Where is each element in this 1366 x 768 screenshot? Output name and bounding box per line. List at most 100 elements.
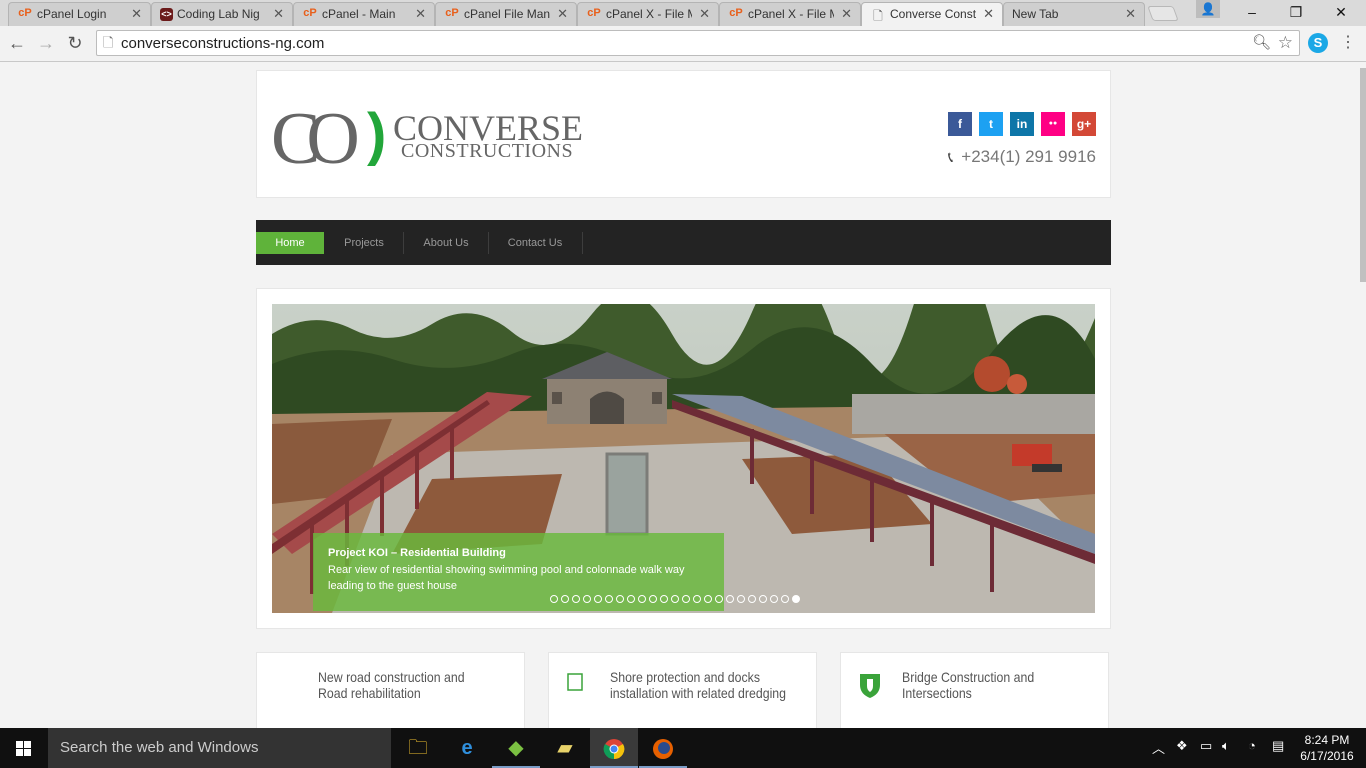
clock-time: 8:24 PM bbox=[1304, 733, 1350, 747]
firefox-icon[interactable] bbox=[639, 728, 687, 768]
caption-text: Rear view of residential showing swimmin… bbox=[328, 564, 685, 592]
slider-dot[interactable] bbox=[693, 595, 701, 603]
taskbar-search[interactable]: Search the web and Windows bbox=[48, 728, 391, 768]
address-bar[interactable]: 🗋 converseconstructions-ng.com 🔍︎ ☆ bbox=[96, 30, 1300, 56]
tab-title: cPanel X - File M bbox=[606, 7, 692, 21]
minimize-button[interactable]: – bbox=[1229, 2, 1275, 22]
google-plus-icon[interactable]: g+ bbox=[1072, 112, 1096, 136]
slider-dot[interactable] bbox=[583, 595, 591, 603]
slider-dot[interactable] bbox=[748, 595, 756, 603]
feature-card-shore[interactable]: Shore protection and docks installation … bbox=[548, 652, 817, 728]
tab-title: New Tab bbox=[1012, 7, 1059, 21]
linkedin-icon[interactable]: in bbox=[1010, 112, 1034, 136]
slider-dot[interactable] bbox=[704, 595, 712, 603]
tab-cpanel-x-file-1[interactable]: cP cPanel X - File M ✕ bbox=[577, 2, 719, 26]
facebook-icon[interactable]: f bbox=[948, 112, 972, 136]
tab-title: cPanel Login bbox=[37, 7, 107, 21]
volume-icon[interactable]: 🔈︎ bbox=[1222, 738, 1230, 754]
window-close-button[interactable]: ✕ bbox=[1318, 2, 1364, 22]
nav-projects[interactable]: Projects bbox=[330, 232, 398, 254]
tab-cpanel-login[interactable]: cP cPanel Login ✕ bbox=[8, 2, 151, 26]
slider-dot[interactable] bbox=[726, 595, 734, 603]
slider-dot[interactable] bbox=[550, 595, 558, 603]
slider-dot[interactable] bbox=[715, 595, 723, 603]
feature-card-road[interactable]: New road construction and Road rehabilit… bbox=[256, 652, 525, 728]
scrollbar-thumb[interactable] bbox=[1360, 68, 1366, 282]
chrome-icon[interactable] bbox=[590, 728, 638, 768]
edge-icon[interactable]: e bbox=[443, 728, 491, 768]
reload-button[interactable]: ↻ bbox=[64, 32, 86, 54]
show-hidden-icons[interactable]: ︿ bbox=[1152, 738, 1165, 757]
tab-title: cPanel - Main bbox=[322, 7, 396, 21]
bookmark-star-icon[interactable]: ☆ bbox=[1278, 33, 1293, 53]
start-button[interactable] bbox=[0, 728, 48, 768]
slide-image[interactable]: Project KOI – Residential Building Rear … bbox=[272, 304, 1095, 613]
close-icon[interactable]: ✕ bbox=[557, 6, 568, 22]
slider-dot[interactable] bbox=[594, 595, 602, 603]
cpanel-icon: cP bbox=[445, 7, 459, 19]
slider-dot[interactable] bbox=[660, 595, 668, 603]
slider-dot[interactable] bbox=[561, 595, 569, 603]
tab-cpanel-x-file-2[interactable]: cP cPanel X - File M ✕ bbox=[719, 2, 861, 26]
social-links: f t in ●● g+ bbox=[948, 112, 1096, 136]
close-icon[interactable]: ✕ bbox=[415, 6, 426, 22]
slider-dot[interactable] bbox=[616, 595, 624, 603]
logo-mark: CO bbox=[271, 98, 360, 180]
twitter-icon[interactable]: t bbox=[979, 112, 1003, 136]
slider-dot[interactable] bbox=[682, 595, 690, 603]
tab-converse-constructions[interactable]: 🗋 Converse Constr ✕ bbox=[861, 2, 1003, 26]
slider-dot[interactable] bbox=[649, 595, 657, 603]
slider-dot[interactable] bbox=[605, 595, 613, 603]
back-button[interactable]: ← bbox=[6, 32, 28, 54]
slider-dot[interactable] bbox=[792, 595, 800, 603]
feature-card-bridge[interactable]: Bridge Construction and Intersections bbox=[840, 652, 1109, 728]
tab-new-tab[interactable]: New Tab ✕ bbox=[1003, 2, 1145, 26]
slider-dot[interactable] bbox=[781, 595, 789, 603]
slider-dot[interactable] bbox=[759, 595, 767, 603]
tab-coding-lab[interactable]: <> Coding Lab Nig ✕ bbox=[151, 2, 293, 26]
skype-extension-icon[interactable]: S bbox=[1308, 33, 1328, 53]
slider-dot[interactable] bbox=[638, 595, 646, 603]
site-header: CO ) CONVERSE CONSTRUCTIONS f t in ●● g+… bbox=[256, 70, 1111, 198]
browser-tab-strip: cP cPanel Login ✕ <> Coding Lab Nig ✕ cP cP… bbox=[0, 0, 1366, 26]
search-icon[interactable]: 🔍︎ bbox=[1252, 33, 1271, 51]
slider-dot[interactable] bbox=[572, 595, 580, 603]
close-icon[interactable]: ✕ bbox=[131, 6, 142, 22]
folder-app-icon[interactable]: ▰ bbox=[541, 728, 589, 768]
user-profile-icon[interactable]: 👤 bbox=[1196, 0, 1220, 18]
flickr-icon[interactable]: ●● bbox=[1041, 112, 1065, 136]
nav-contact-us[interactable]: Contact Us bbox=[496, 232, 574, 254]
close-icon[interactable]: ✕ bbox=[841, 6, 852, 22]
slider-dot[interactable] bbox=[671, 595, 679, 603]
phone-text: +234(1) 291 9916 bbox=[961, 147, 1096, 166]
url-text[interactable]: converseconstructions-ng.com bbox=[121, 35, 324, 52]
file-explorer-icon[interactable]: 🗀 bbox=[394, 728, 442, 768]
page-icon: 🗋 bbox=[873, 9, 883, 23]
dropbox-icon[interactable]: ❖ bbox=[1176, 738, 1188, 754]
new-tab-button[interactable] bbox=[1147, 6, 1179, 21]
wifi-icon[interactable]: ◔ bbox=[1248, 738, 1256, 753]
close-icon[interactable]: ✕ bbox=[983, 6, 994, 22]
notifications-icon[interactable]: ▤ bbox=[1272, 738, 1284, 754]
restore-button[interactable]: ❐ bbox=[1273, 2, 1319, 22]
slider-dot[interactable] bbox=[627, 595, 635, 603]
slider-dot[interactable] bbox=[770, 595, 778, 603]
slider-dot[interactable] bbox=[737, 595, 745, 603]
bluestacks-icon[interactable]: ◆ bbox=[492, 728, 540, 768]
tab-title: cPanel File Mana bbox=[464, 7, 550, 21]
tab-cpanel-main[interactable]: cP cPanel - Main ✕ bbox=[293, 2, 435, 26]
site-logo[interactable]: CO ) CONVERSE CONSTRUCTIONS bbox=[271, 98, 601, 180]
main-nav: Home Projects About Us Contact Us bbox=[256, 220, 1111, 265]
nav-about-us[interactable]: About Us bbox=[410, 232, 482, 254]
phone-number: 📞︎ +234(1) 291 9916 bbox=[948, 147, 1096, 167]
close-icon[interactable]: ✕ bbox=[273, 6, 284, 22]
forward-button[interactable]: → bbox=[35, 32, 57, 54]
close-icon[interactable]: ✕ bbox=[1125, 6, 1136, 22]
system-clock[interactable]: 8:24 PM 6/17/2016 bbox=[1298, 732, 1356, 764]
battery-icon[interactable]: ▭ bbox=[1200, 738, 1212, 754]
chrome-menu-icon[interactable]: ⋮ bbox=[1340, 32, 1356, 54]
tab-title: Converse Constr bbox=[890, 7, 976, 21]
tab-cpanel-file-manager[interactable]: cP cPanel File Mana ✕ bbox=[435, 2, 577, 26]
nav-home[interactable]: Home bbox=[256, 232, 324, 254]
close-icon[interactable]: ✕ bbox=[699, 6, 710, 22]
